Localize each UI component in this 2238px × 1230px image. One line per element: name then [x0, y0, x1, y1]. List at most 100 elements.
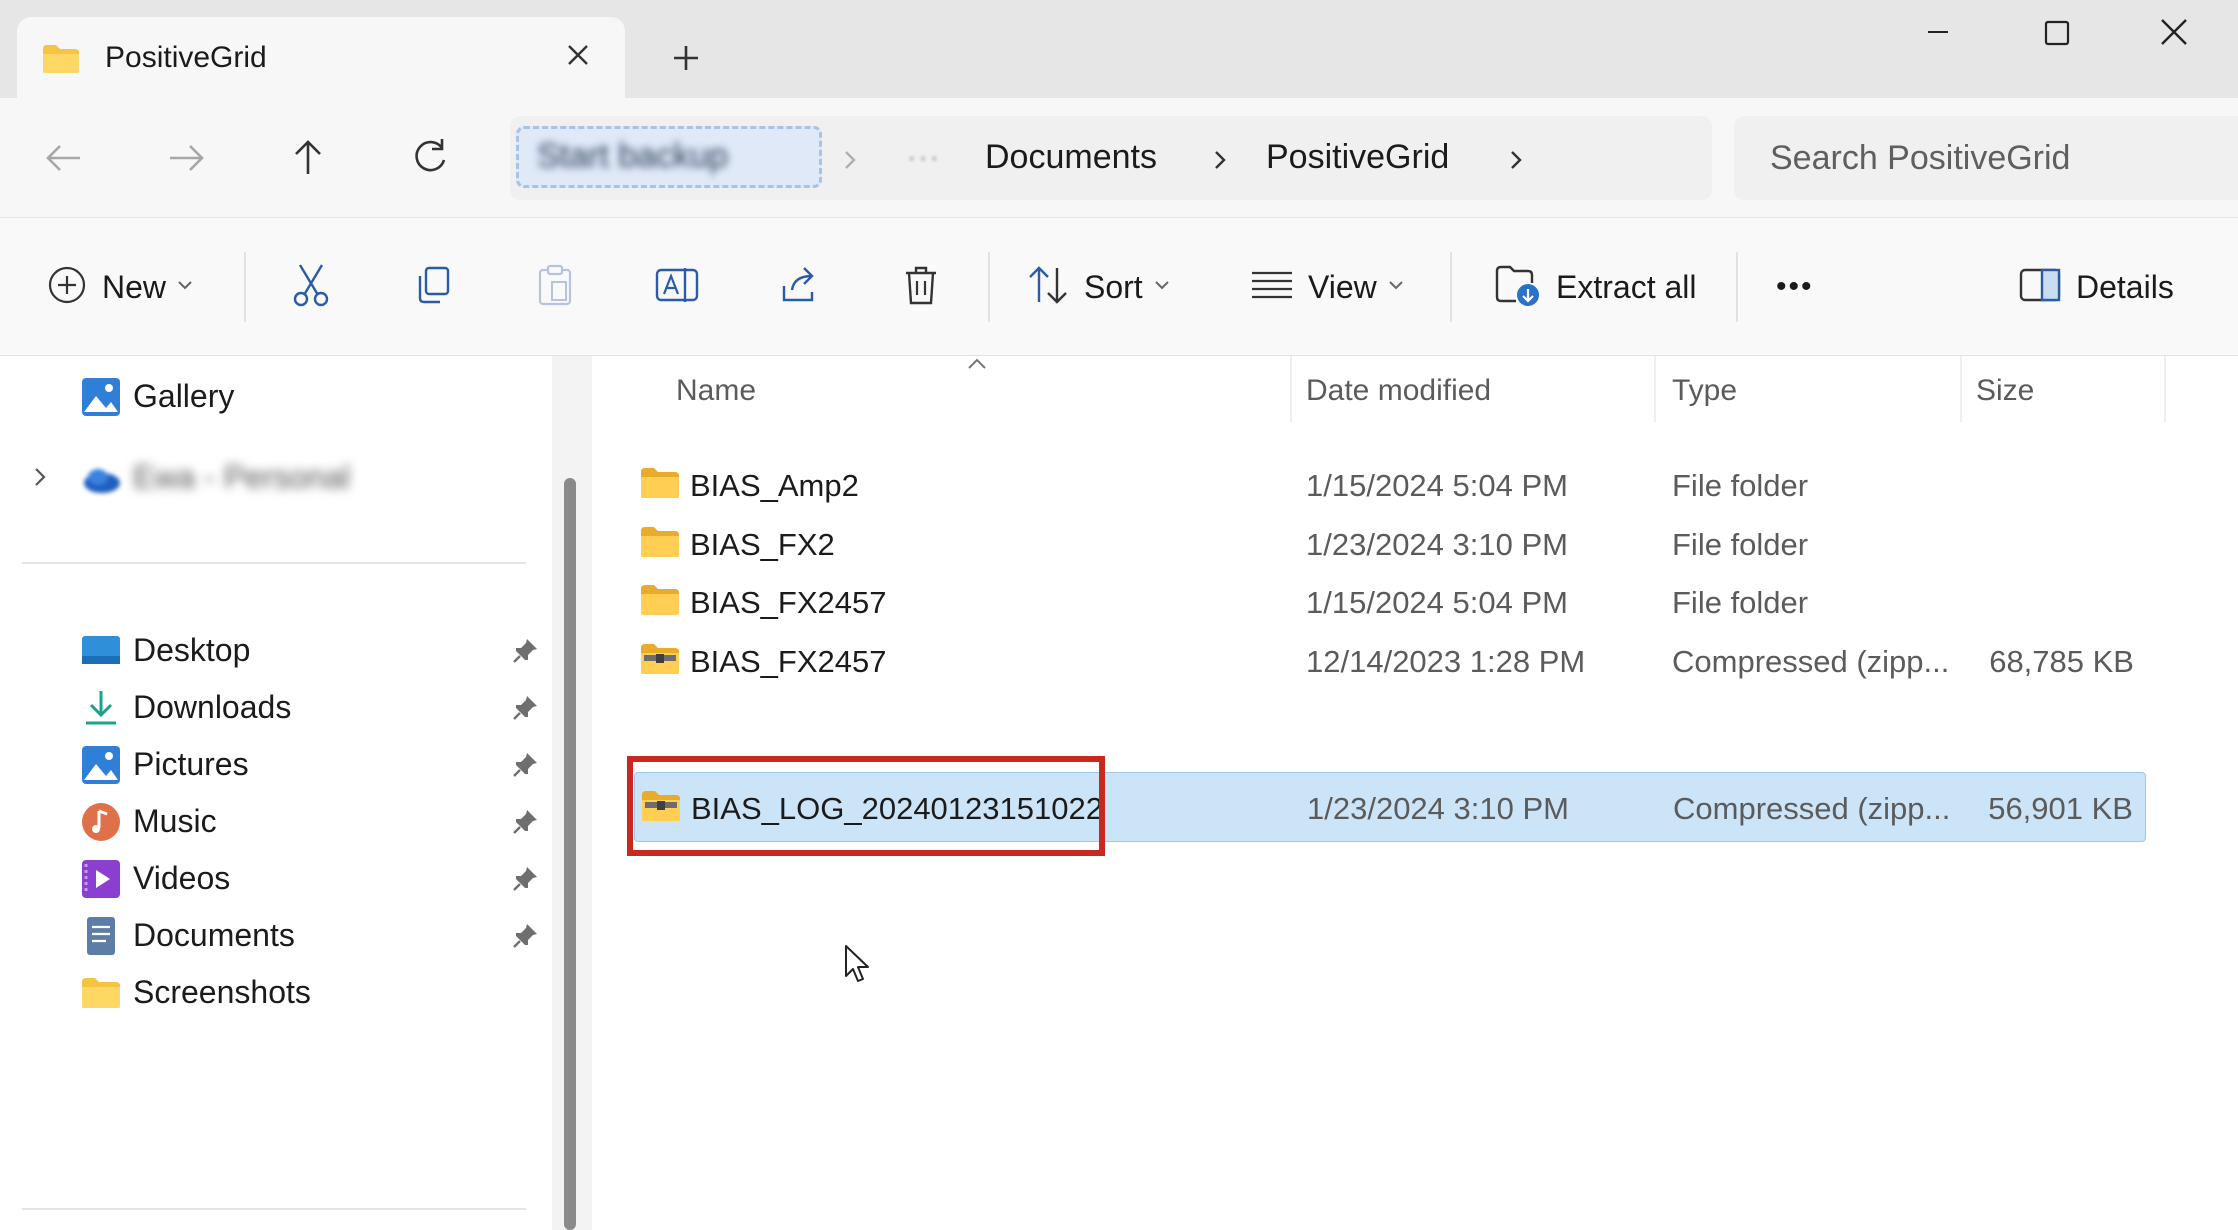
forward-arrow-icon[interactable]: [156, 128, 216, 188]
column-divider[interactable]: [1960, 356, 1962, 422]
sidebar-scrollbar-thumb[interactable]: [564, 478, 576, 1230]
view-button[interactable]: View: [1250, 256, 1405, 318]
plus-circle-icon: [46, 264, 88, 311]
chevron-down-icon: [176, 278, 194, 296]
refresh-icon[interactable]: [400, 128, 460, 188]
column-divider[interactable]: [1654, 356, 1656, 422]
breadcrumb[interactable]: Start backup ··· Documents PositiveGrid: [510, 116, 1712, 200]
rename-icon: [654, 264, 700, 311]
sidebar-item-pictures[interactable]: Pictures: [0, 732, 550, 796]
sidebar-item-label: Downloads: [133, 689, 292, 725]
chevron-down-icon: [1153, 278, 1171, 296]
chevron-right-icon[interactable]: [1208, 146, 1232, 174]
documents-icon: [80, 915, 122, 957]
file-type: File folder: [1672, 468, 1809, 503]
more-options-button[interactable]: •••: [1776, 256, 1814, 318]
zip-folder-icon: [640, 642, 680, 681]
sidebar-item-documents[interactable]: Documents: [0, 903, 550, 967]
share-button[interactable]: [778, 256, 820, 318]
details-button[interactable]: Details: [2018, 256, 2174, 318]
sidebar-item-label: Videos: [133, 860, 231, 896]
videos-icon: [80, 858, 122, 900]
breadcrumb-overflow[interactable]: ···: [906, 138, 940, 177]
start-backup-label: Start backup: [537, 137, 728, 175]
music-icon: [80, 801, 122, 843]
column-header-name[interactable]: Name: [676, 374, 756, 408]
scissors-icon: [290, 261, 332, 314]
chevron-right-icon[interactable]: [1504, 146, 1528, 174]
sidebar-item-videos[interactable]: Videos: [0, 846, 550, 910]
pin-icon[interactable]: [510, 807, 540, 837]
new-tab-icon[interactable]: [664, 36, 708, 80]
title-bar: PositiveGrid: [0, 0, 2238, 98]
delete-button[interactable]: [900, 256, 942, 318]
sidebar-item-desktop[interactable]: Desktop: [0, 618, 550, 682]
file-size: 56,901 KB: [1988, 791, 2133, 826]
search-box[interactable]: [1734, 116, 2238, 200]
sidebar-item-label: Ewa - Personal: [133, 459, 350, 495]
sidebar-item-gallery[interactable]: Gallery: [0, 364, 550, 428]
desktop-icon: [80, 630, 122, 672]
onedrive-cloud-icon: [80, 457, 122, 499]
sidebar-item-label: Pictures: [133, 746, 249, 782]
minimize-icon[interactable]: [1908, 12, 1968, 52]
file-date: 12/14/2023 1:28 PM: [1306, 644, 1586, 679]
folder-icon: [41, 43, 81, 80]
sidebar-item-onedrive[interactable]: Ewa - Personal: [0, 445, 550, 509]
column-header-size[interactable]: Size: [1976, 374, 2034, 408]
mouse-cursor-icon: [844, 944, 874, 991]
file-name: BIAS_FX2457: [690, 585, 887, 620]
file-date: 1/23/2024 3:10 PM: [1306, 527, 1568, 562]
file-name: BIAS_FX2457: [690, 644, 887, 679]
column-divider[interactable]: [2164, 356, 2166, 422]
divider: [988, 252, 990, 322]
file-type: Compressed (zipp...: [1673, 791, 1951, 826]
sidebar-item-music[interactable]: Music: [0, 789, 550, 853]
divider: [1450, 252, 1452, 322]
sidebar-item-label: Screenshots: [133, 974, 311, 1010]
extract-all-button[interactable]: Extract all: [1494, 256, 1696, 318]
file-type: File folder: [1672, 585, 1809, 620]
pin-icon[interactable]: [510, 750, 540, 780]
extract-folder-icon: [1494, 263, 1542, 312]
start-backup-button[interactable]: Start backup: [516, 126, 822, 188]
maximize-icon[interactable]: [2026, 12, 2086, 52]
close-tab-icon[interactable]: [558, 35, 598, 75]
divider: [244, 252, 246, 322]
column-header-type[interactable]: Type: [1672, 374, 1737, 408]
chevron-right-icon[interactable]: [838, 146, 862, 174]
sidebar-item-screenshots[interactable]: Screenshots: [0, 960, 550, 1024]
rename-button[interactable]: [654, 256, 700, 318]
sidebar-item-label: Gallery: [133, 378, 235, 414]
copy-button[interactable]: [412, 256, 454, 318]
breadcrumb-documents[interactable]: Documents: [985, 138, 1157, 177]
sort-button[interactable]: Sort: [1026, 256, 1171, 318]
breadcrumb-positivegrid[interactable]: PositiveGrid: [1266, 138, 1449, 177]
pin-icon[interactable]: [510, 636, 540, 666]
highlight-box: [627, 756, 1105, 856]
new-button[interactable]: New: [46, 256, 194, 318]
column-divider[interactable]: [1290, 356, 1292, 422]
close-window-icon[interactable]: [2144, 12, 2204, 52]
folder-icon: [80, 972, 122, 1014]
pin-icon[interactable]: [510, 693, 540, 723]
pictures-icon: [80, 744, 122, 786]
gallery-icon: [80, 376, 122, 418]
tab-positivegrid[interactable]: PositiveGrid: [17, 17, 625, 98]
paste-button[interactable]: [534, 256, 576, 318]
share-icon: [778, 264, 820, 311]
up-arrow-icon[interactable]: [278, 128, 338, 188]
table-row[interactable]: BIAS_FX2457 12/14/2023 1:28 PM Compresse…: [634, 626, 2146, 696]
paste-icon: [534, 262, 576, 313]
chevron-right-icon[interactable]: [30, 465, 50, 494]
search-input[interactable]: [1770, 132, 2210, 184]
cut-button[interactable]: [290, 256, 332, 318]
file-type: File folder: [1672, 527, 1809, 562]
back-arrow-icon[interactable]: [34, 128, 94, 188]
pin-icon[interactable]: [510, 864, 540, 894]
pin-icon[interactable]: [510, 921, 540, 951]
sidebar-item-downloads[interactable]: Downloads: [0, 675, 550, 739]
column-header-date-modified[interactable]: Date modified: [1306, 374, 1491, 408]
folder-icon: [640, 466, 680, 505]
details-pane-icon: [2018, 266, 2062, 309]
